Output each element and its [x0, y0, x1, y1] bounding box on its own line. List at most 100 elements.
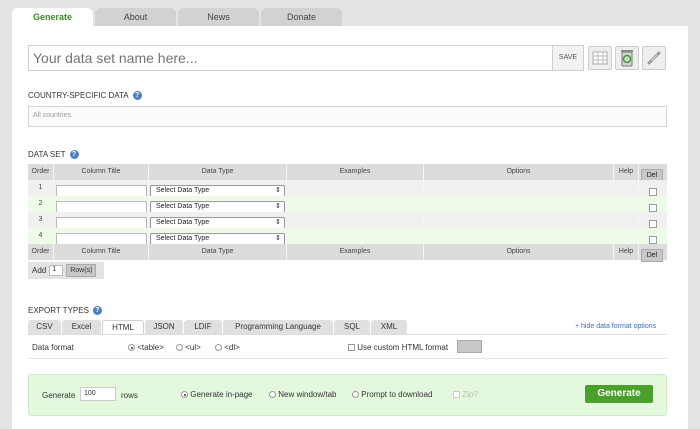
help-icon[interactable]: ?: [132, 91, 142, 100]
recycle-icon-button[interactable]: [615, 46, 639, 70]
dataset-row: 3 Select Data Type ⇕: [28, 212, 667, 229]
format-option-text: <dl>: [224, 343, 240, 352]
tab-donate[interactable]: Donate: [261, 8, 342, 26]
dataset-row: 2 Select Data Type ⇕: [28, 196, 667, 213]
add-rows-button[interactable]: Row(s): [66, 264, 97, 277]
export-tabs: CSV Excel HTML JSON LDIF Programming Lan…: [28, 320, 407, 334]
add-rows-input[interactable]: 1: [49, 265, 64, 276]
country-title-text: COUNTRY-SPECIFIC DATA: [28, 91, 129, 100]
country-selector[interactable]: All countries: [28, 106, 667, 127]
row-order: 3: [28, 212, 54, 228]
row-options: [424, 196, 614, 212]
format-option-text: <table>: [137, 343, 164, 352]
table-icon-button[interactable]: [588, 46, 612, 70]
row-title-cell: [54, 180, 149, 197]
col-title: Column Title: [54, 244, 149, 260]
add-label: Add: [32, 266, 47, 275]
row-options: [424, 212, 614, 228]
export-tab-json[interactable]: JSON: [145, 320, 183, 334]
col-del: Del: [639, 244, 667, 262]
row-order: 4: [28, 228, 54, 244]
col-type: Data Type: [149, 164, 287, 180]
new-window-text: New window/tab: [278, 390, 337, 399]
add-rows-box: Add 1 Row(s): [28, 262, 104, 279]
custom-format-text: Use custom HTML format: [357, 343, 449, 352]
data-format-label: Data format: [32, 343, 74, 352]
delete-checkbox[interactable]: [649, 188, 657, 196]
delete-checkbox[interactable]: [649, 236, 657, 244]
export-tab-programming-language[interactable]: Programming Language: [223, 320, 333, 334]
row-title-cell: [54, 228, 149, 245]
row-title-cell: [54, 196, 149, 213]
format-option-table[interactable]: <table>: [128, 343, 164, 352]
col-order: Order: [28, 164, 54, 180]
col-help: Help: [614, 244, 639, 260]
row-del-cell: [639, 228, 667, 244]
data-type-text: Select Data Type: [156, 219, 210, 226]
select-arrow-icon: ⇕: [275, 187, 281, 194]
export-section-title: EXPORT TYPES ?: [28, 306, 102, 315]
row-type-cell: Select Data Type ⇕: [149, 212, 287, 229]
col-examples: Examples: [287, 244, 424, 260]
export-tab-xml[interactable]: XML: [371, 320, 407, 334]
row-examples: [287, 180, 424, 196]
row-help: [614, 212, 639, 228]
export-tab-sql[interactable]: SQL: [334, 320, 370, 334]
help-icon[interactable]: ?: [92, 306, 102, 315]
delete-checkbox[interactable]: [649, 220, 657, 228]
col-options: Options: [424, 164, 614, 180]
col-options: Options: [424, 244, 614, 260]
radio-icon: [176, 344, 183, 352]
dataset-section-title: DATA SET ?: [28, 150, 79, 159]
link-icon: [647, 51, 661, 65]
radio-icon: [352, 391, 359, 399]
hide-format-options-link[interactable]: + hide data format options: [575, 323, 656, 330]
zip-option[interactable]: Zip?: [453, 390, 478, 399]
row-type-cell: Select Data Type ⇕: [149, 228, 287, 245]
dataset-row: 1 Select Data Type ⇕: [28, 180, 667, 197]
dataset-row: 4 Select Data Type ⇕: [28, 228, 667, 245]
radio-icon: [128, 344, 135, 352]
format-option-dl[interactable]: <dl>: [215, 343, 240, 352]
export-tab-ldif[interactable]: LDIF: [184, 320, 222, 334]
radio-icon: [215, 344, 222, 352]
generate-box: Generate 100 rows Generate in-page New w…: [28, 374, 667, 416]
dataset-name-input[interactable]: [28, 45, 552, 71]
select-arrow-icon: ⇕: [275, 203, 281, 210]
generate-label: Generate: [42, 391, 76, 400]
export-tab-excel[interactable]: Excel: [62, 320, 101, 334]
export-title-text: EXPORT TYPES: [28, 306, 89, 315]
row-help: [614, 180, 639, 196]
generate-in-page-option[interactable]: Generate in-page: [181, 390, 253, 399]
tab-about[interactable]: About: [95, 8, 176, 26]
data-format-row: Data format <table> <ul> <dl> Use custom…: [28, 334, 667, 359]
rows-count-input[interactable]: 100: [80, 387, 116, 401]
col-del: Del: [639, 164, 667, 182]
export-tab-html[interactable]: HTML: [102, 320, 144, 334]
custom-format-button[interactable]: [457, 340, 482, 353]
select-arrow-icon: ⇕: [275, 235, 281, 242]
tab-news[interactable]: News: [178, 8, 259, 26]
export-tab-csv[interactable]: CSV: [28, 320, 61, 334]
zip-text: Zip?: [462, 390, 478, 399]
generate-in-page-text: Generate in-page: [190, 390, 253, 399]
custom-html-format-option[interactable]: Use custom HTML format: [348, 343, 448, 352]
link-icon-button[interactable]: [642, 46, 666, 70]
row-examples: [287, 212, 424, 228]
prompt-download-option[interactable]: Prompt to download: [352, 390, 432, 399]
format-option-ul[interactable]: <ul>: [176, 343, 201, 352]
dataset-name-row: SAVE: [28, 45, 584, 71]
delete-button[interactable]: Del: [641, 249, 663, 262]
col-title: Column Title: [54, 164, 149, 180]
help-icon[interactable]: ?: [69, 150, 79, 159]
delete-checkbox[interactable]: [649, 204, 657, 212]
new-window-option[interactable]: New window/tab: [269, 390, 336, 399]
generate-button[interactable]: Generate: [585, 385, 653, 403]
main-tabs: Generate About News Donate: [12, 8, 342, 26]
tab-generate[interactable]: Generate: [12, 8, 93, 26]
row-examples: [287, 196, 424, 212]
select-arrow-icon: ⇕: [275, 219, 281, 226]
prompt-download-text: Prompt to download: [361, 390, 433, 399]
save-button[interactable]: SAVE: [552, 45, 584, 71]
row-type-cell: Select Data Type ⇕: [149, 196, 287, 213]
